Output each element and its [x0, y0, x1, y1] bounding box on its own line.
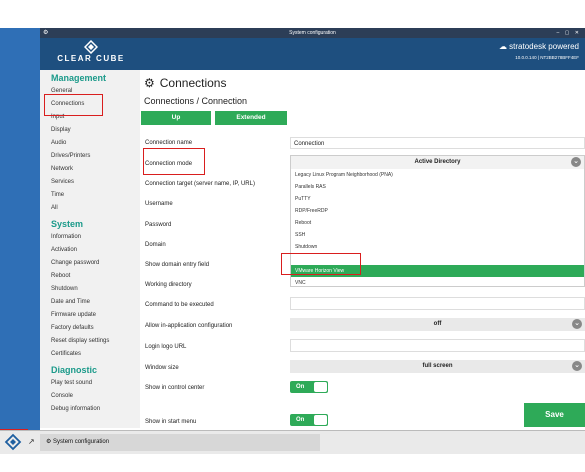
- taskbar: ↗ ⚙ System configuration: [0, 430, 585, 454]
- connection-mode-select[interactable]: Active Directory ⌄: [291, 156, 584, 169]
- dropdown-option[interactable]: SSH: [291, 229, 584, 241]
- label-window-size: Window size: [145, 365, 179, 371]
- window-arrow-icon[interactable]: ↗: [28, 437, 35, 446]
- window-size-value: full screen: [422, 363, 453, 369]
- desktop-background: [0, 28, 40, 430]
- toggle-knob: [314, 382, 327, 392]
- chevron-down-icon: ⌄: [572, 361, 582, 371]
- taskbar-app-label: System configuration: [53, 439, 110, 445]
- connection-name-field[interactable]: Connection: [290, 137, 585, 149]
- sidebar-item-reset-display[interactable]: Reset display settings: [40, 335, 140, 348]
- sidebar-item-reboot[interactable]: Reboot: [40, 270, 140, 283]
- dropdown-option[interactable]: Reboot: [291, 217, 584, 229]
- label-in-app-config: Allow in-application configuration: [145, 323, 233, 329]
- highlight-connection-mode: [143, 148, 205, 175]
- window-size-select[interactable]: full screen ⌄: [290, 360, 585, 373]
- control-center-toggle[interactable]: On: [290, 381, 328, 393]
- sidebar-item-change-password[interactable]: Change password: [40, 257, 140, 270]
- app-header: CLEAR CUBE ☁ stratodesk powered 10.0.0.1…: [40, 38, 585, 70]
- label-working-directory: Working directory: [145, 282, 192, 288]
- save-button[interactable]: Save: [524, 403, 585, 427]
- dropdown-option[interactable]: Shutdown: [291, 241, 584, 253]
- breadcrumb: Connections / Connection: [144, 96, 248, 106]
- sidebar-item-factory-defaults[interactable]: Factory defaults: [40, 322, 140, 335]
- sidebar-section-diagnostic: Diagnostic: [51, 365, 98, 375]
- sidebar-item-firmware-update[interactable]: Firmware update: [40, 309, 140, 322]
- sidebar-item-play-test-sound[interactable]: Play test sound: [40, 377, 140, 390]
- sidebar-item-services[interactable]: Services: [40, 176, 140, 189]
- label-start-menu: Show in start menu: [145, 419, 197, 425]
- in-app-config-select[interactable]: off ⌄: [290, 318, 585, 331]
- login-logo-field[interactable]: [290, 339, 585, 352]
- label-control-center: Show in control center: [145, 385, 205, 391]
- up-button[interactable]: Up: [141, 111, 211, 125]
- dropdown-option[interactable]: VNC: [291, 277, 584, 289]
- stratodesk-badge: ☁ stratodesk powered 10.0.0.140 | NT2BB2…: [499, 42, 579, 60]
- start-logo-icon[interactable]: [2, 433, 24, 453]
- sidebar-item-time[interactable]: Time: [40, 189, 140, 202]
- toggle-knob: [314, 415, 327, 425]
- sidebar-item-network[interactable]: Network: [40, 163, 140, 176]
- highlight-connections: [44, 94, 103, 116]
- sidebar-section-management: Management: [51, 73, 107, 83]
- control-center-state: On: [296, 384, 305, 390]
- sidebar-item-console[interactable]: Console: [40, 390, 140, 403]
- label-show-domain: Show domain entry field: [145, 262, 210, 268]
- sidebar-item-drives-printers[interactable]: Drives/Printers: [40, 150, 140, 163]
- connection-mode-value: Active Directory: [414, 159, 461, 165]
- extended-button[interactable]: Extended: [215, 111, 287, 125]
- sidebar-item-audio[interactable]: Audio: [40, 137, 140, 150]
- in-app-config-value: off: [433, 321, 442, 327]
- label-connection-target: Connection target (server name, IP, URL): [145, 181, 255, 187]
- sidebar-item-date-time[interactable]: Date and Time: [40, 296, 140, 309]
- clearcube-logo-icon: [84, 40, 98, 54]
- cloud-icon: ☁: [498, 42, 510, 51]
- sidebar: Management General Connections Input Dis…: [40, 70, 140, 428]
- page-title: ⚙ Connections: [144, 76, 226, 90]
- start-menu-toggle[interactable]: On: [290, 414, 328, 426]
- sidebar-section-system: System: [51, 219, 84, 229]
- sidebar-item-information[interactable]: Information: [40, 231, 140, 244]
- label-domain: Domain: [145, 242, 166, 248]
- label-connection-name: Connection name: [145, 140, 193, 146]
- partner-name: stratodesk powered: [509, 42, 579, 51]
- window-titlebar[interactable]: ⚙ System configuration – ▢ ✕: [40, 28, 585, 38]
- taskbar-app[interactable]: ⚙ System configuration: [40, 434, 320, 451]
- sidebar-item-debug-information[interactable]: Debug information: [40, 403, 140, 416]
- dropdown-option[interactable]: PuTTY: [291, 193, 584, 205]
- window-controls[interactable]: – ▢ ✕: [557, 28, 581, 38]
- gears-icon: ⚙: [144, 76, 155, 90]
- highlight-vmware-option: [281, 253, 361, 275]
- chevron-down-icon: ⌄: [571, 157, 581, 167]
- window-title: System configuration: [289, 30, 336, 36]
- label-username: Username: [145, 201, 173, 207]
- desktop: ⚙ System configuration – ▢ ✕ CLEAR CUBE …: [0, 0, 585, 472]
- page-title-text: Connections: [159, 76, 227, 90]
- clearcube-logo: CLEAR CUBE: [52, 40, 130, 68]
- dropdown-option[interactable]: Parallels RAS: [291, 181, 584, 193]
- dropdown-option[interactable]: Legacy Linux Program Neighborhood (PNA): [291, 169, 584, 181]
- gear-icon: ⚙: [46, 439, 54, 445]
- label-password: Password: [145, 222, 172, 228]
- start-menu-state: On: [296, 417, 305, 423]
- dropdown-option[interactable]: RDP/FreeRDP: [291, 205, 584, 217]
- sidebar-item-activation[interactable]: Activation: [40, 244, 140, 257]
- sidebar-item-certificates[interactable]: Certificates: [40, 348, 140, 361]
- chevron-down-icon: ⌄: [572, 319, 582, 329]
- version-text: 10.0.0.140 | NT2BB278BFF4EF: [515, 55, 579, 60]
- sidebar-item-display[interactable]: Display: [40, 124, 140, 137]
- sidebar-item-shutdown[interactable]: Shutdown: [40, 283, 140, 296]
- sidebar-item-all[interactable]: All: [40, 202, 140, 215]
- label-command: Command to be executed: [145, 302, 214, 308]
- bottom-margin: [0, 454, 585, 472]
- brand-name: CLEAR CUBE: [57, 54, 125, 63]
- label-login-logo: Login logo URL: [145, 344, 187, 350]
- command-field[interactable]: [290, 297, 585, 310]
